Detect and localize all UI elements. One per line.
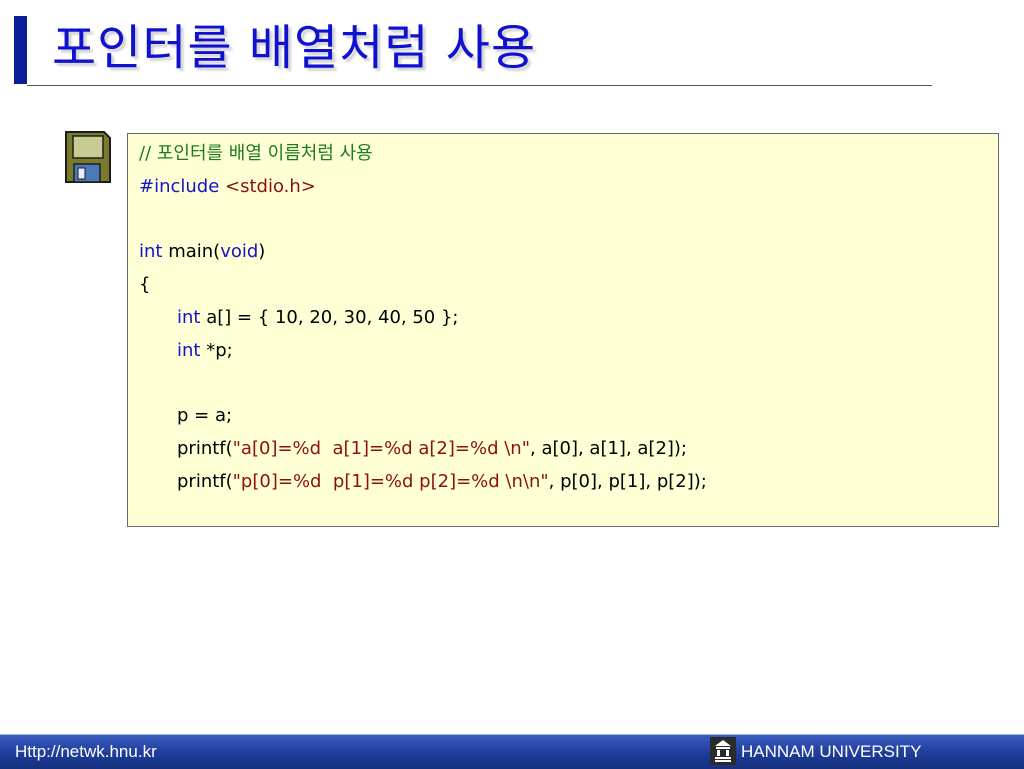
code-printf-pointer: printf("p[0]=%d p[1]=%d p[2]=%d \n\n", p… [177,471,707,492]
university-logo-icon [710,737,736,765]
slide-title: 포인터를 배열처럼 사용 [52,20,537,76]
footer-url: Http://netwk.hnu.kr [15,742,157,761]
code-printf-array: printf("a[0]=%d a[1]=%d a[2]=%d \n", a[0… [177,438,687,459]
title-accent-bar [14,16,27,84]
university-name: HANNAM UNIVERSITY [741,742,922,761]
code-pointer-declaration: int *p; [177,340,233,361]
code-comment: // 포인터를 배열 이름처럼 사용 [139,143,373,164]
code-open-brace: { [139,274,151,295]
code-assignment: p = a; [177,405,233,426]
floppy-disk-icon [65,131,111,183]
title-divider [27,85,932,86]
code-array-declaration: int a[] = { 10, 20, 30, 40, 50 }; [177,307,459,328]
code-listing: // 포인터를 배열 이름처럼 사용 #include <stdio.h> in… [127,133,999,527]
code-include: #include <stdio.h> [139,176,316,197]
code-main-signature: int main(void) [139,241,266,262]
